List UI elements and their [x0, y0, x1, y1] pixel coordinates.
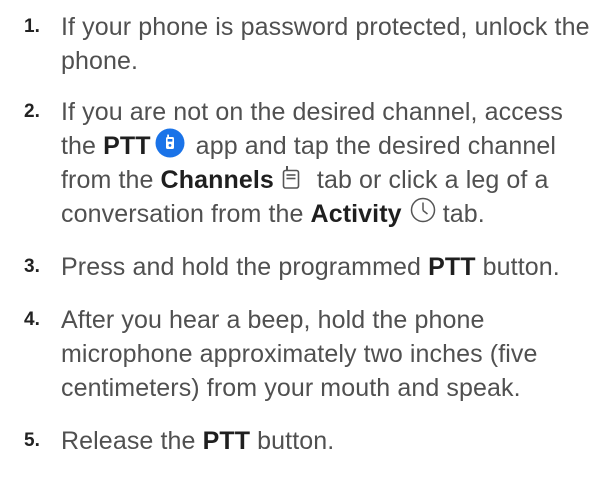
- step-number: 1.: [24, 16, 40, 37]
- ptt-app-icon: [155, 128, 185, 158]
- step-3: 3. Press and hold the programmed PTT but…: [0, 250, 601, 284]
- step-number: 3.: [24, 256, 40, 277]
- step-text: If you are not on the desired channel, a…: [61, 95, 601, 231]
- instruction-steps: 1. If your phone is password protected, …: [0, 10, 601, 458]
- step-number: 5.: [24, 430, 40, 451]
- step-text-segment: Press and hold the programmed: [61, 253, 429, 281]
- step-number: 4.: [24, 309, 40, 330]
- step-4: 4. After you hear a beep, hold the phone…: [0, 303, 601, 405]
- clock-icon: [410, 197, 436, 223]
- step-text: After you hear a beep, hold the phone mi…: [61, 306, 538, 402]
- activity-tab-name: Activity: [310, 200, 402, 228]
- step-text: Release the PTT button.: [61, 424, 601, 458]
- step-text-segment: button.: [250, 427, 335, 455]
- step-1: 1. If your phone is password protected, …: [0, 10, 601, 78]
- step-text-segment: Release the: [61, 427, 203, 455]
- ptt-button-name: PTT: [202, 427, 251, 455]
- step-2: 2. If you are not on the desired channel…: [0, 95, 601, 231]
- step-number: 2.: [24, 101, 40, 122]
- ptt-button-name: PTT: [428, 253, 476, 281]
- step-text: If your phone is password protected, unl…: [61, 13, 590, 75]
- step-text: Press and hold the programmed PTT button…: [61, 250, 601, 284]
- step-text-segment: button.: [475, 253, 560, 281]
- ptt-app-name: PTT: [103, 132, 151, 160]
- step-text-segment: tab.: [435, 200, 485, 228]
- channels-tab-name: Channels: [160, 166, 274, 194]
- walkie-talkie-icon: [282, 164, 300, 190]
- step-5: 5. Release the PTT button.: [0, 424, 601, 458]
